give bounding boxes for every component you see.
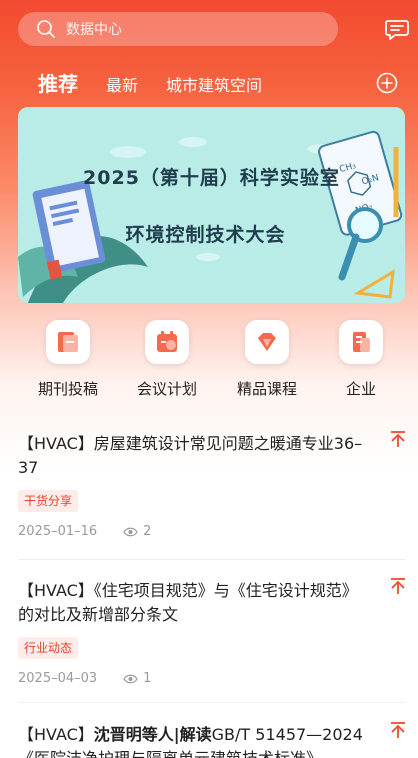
course-icon — [258, 333, 276, 351]
article-title: 【HVAC】沈晋明等人|解读GB/T 51457—2024《医院洁净护理与隔离单… — [18, 725, 363, 758]
promo-banner[interactable]: CH₃ O₂N NO₂ 2025（第十届）科学实验室 环境控制技术大会 — [18, 107, 405, 303]
article-meta: 2025–04–03 1 — [18, 671, 406, 686]
meeting-icon — [157, 331, 177, 352]
category-enterprise[interactable]: 企业 — [316, 320, 406, 399]
tab-latest[interactable]: 最新 — [106, 72, 138, 96]
category-label: 期刊投稿 — [37, 380, 98, 398]
article-title: 【HVAC】《住宅项目规范》与《住宅设计规范》的对比及新增部分条文 — [18, 581, 358, 624]
category-meeting[interactable]: 会议计划 — [122, 320, 212, 399]
enterprise-icon — [353, 332, 370, 352]
eye-icon — [123, 527, 138, 536]
article-date: 2025–01–16 — [18, 524, 98, 539]
category-course[interactable]: 精品课程 — [222, 320, 312, 399]
article-views: 1 — [123, 671, 151, 686]
banner-title-line1: 2025（第十届）科学实验室 — [83, 167, 340, 189]
pin-top-icon[interactable] — [390, 721, 406, 739]
article-date: 2025–04–03 — [18, 671, 98, 686]
eye-icon — [123, 674, 138, 683]
journal-icon — [58, 332, 78, 352]
category-journal[interactable]: 期刊投稿 — [23, 320, 113, 399]
article-tag[interactable]: 干货分享 — [18, 490, 79, 512]
banner-title-line2: 环境控制技术大会 — [125, 224, 286, 246]
article-item[interactable]: 【HVAC】《住宅项目规范》与《住宅设计规范》的对比及新增部分条文 行业动态 2… — [18, 577, 406, 703]
article-meta: 2025–01–16 2 — [18, 524, 406, 539]
category-label: 精品课程 — [236, 380, 297, 398]
category-label: 会议计划 — [136, 380, 197, 398]
article-item[interactable]: 【HVAC】房屋建筑设计常见问题之暖通专业36–37 干货分享 2025–01–… — [18, 430, 406, 560]
banner-illustration: CH₃ O₂N NO₂ — [18, 130, 403, 303]
tab-city-architecture[interactable]: 城市建筑空间 — [166, 72, 262, 96]
article-tag[interactable]: 行业动态 — [18, 637, 79, 659]
article-title: 【HVAC】房屋建筑设计常见问题之暖通专业36–37 — [18, 434, 363, 477]
tab-recommend[interactable]: 推荐 — [38, 68, 78, 97]
search-bar[interactable]: 数据中心 — [18, 12, 338, 46]
pin-top-icon[interactable] — [390, 430, 406, 448]
add-channel-icon[interactable] — [376, 72, 398, 94]
category-label: 企业 — [345, 380, 376, 398]
category-shortcuts: 期刊投稿 会议计划 精品课程 企业 — [0, 320, 418, 410]
pin-top-icon[interactable] — [390, 577, 406, 595]
article-views: 2 — [123, 524, 151, 539]
search-placeholder: 数据中心 — [66, 22, 122, 38]
channel-tabs: 推荐 最新 城市建筑空间 — [0, 66, 418, 100]
article-item[interactable]: 【HVAC】沈晋明等人|解读GB/T 51457—2024《医院洁净护理与隔离单… — [18, 721, 406, 758]
message-icon[interactable] — [385, 19, 409, 41]
search-icon — [37, 20, 55, 38]
